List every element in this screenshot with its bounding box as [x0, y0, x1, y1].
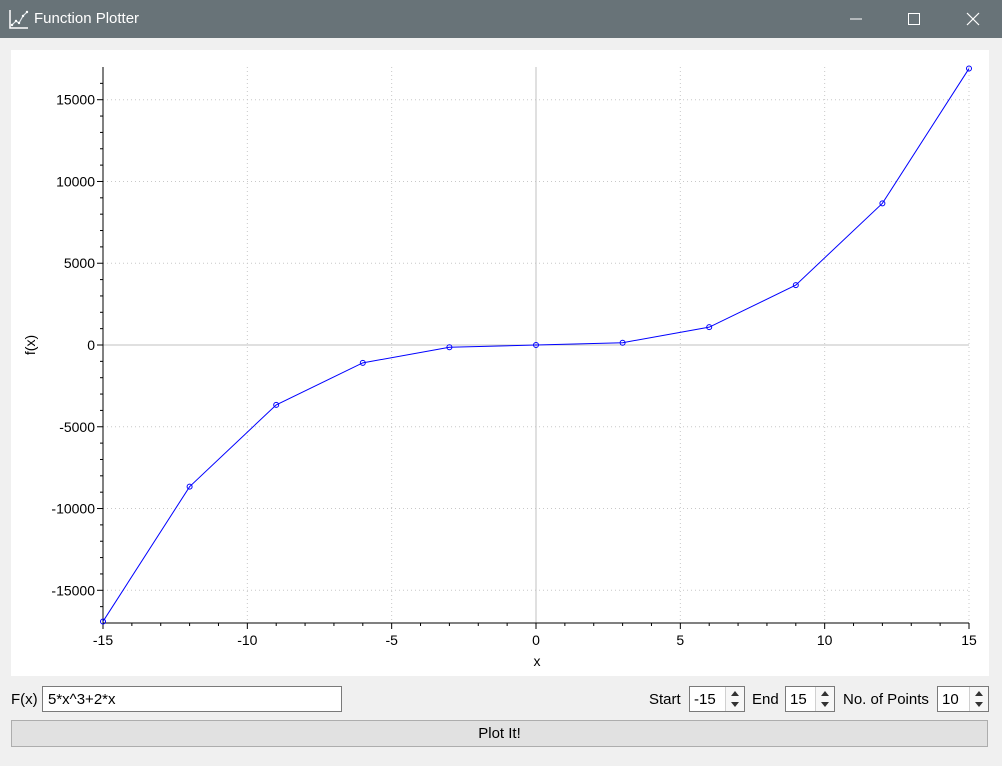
minimize-button[interactable] — [827, 0, 885, 38]
end-increment-button[interactable] — [816, 687, 834, 699]
start-increment-button[interactable] — [726, 687, 744, 699]
caret-down-icon — [975, 702, 983, 707]
start-label: Start — [649, 691, 681, 708]
y-tick-label: -15000 — [51, 582, 95, 598]
function-chart: -15 -10 -5 0 5 10 15 -15000 -10000 -5000 0 5000 1000… — [22, 65, 977, 669]
x-tick-label: 15 — [961, 632, 977, 648]
plot-area: -15 -10 -5 0 5 10 15 -15000 -10000 -5000 0 5000 1000… — [11, 50, 989, 676]
caret-down-icon — [821, 702, 829, 707]
maximize-icon — [908, 13, 920, 25]
y-tick-label: 0 — [87, 337, 95, 353]
chart-icon — [9, 10, 29, 29]
x-tick-label: 0 — [532, 632, 540, 648]
x-tick-label: -10 — [237, 632, 257, 648]
end-decrement-button[interactable] — [816, 699, 834, 711]
y-tick-label: -10000 — [51, 501, 95, 517]
close-icon — [966, 12, 980, 26]
fx-label: F(x) — [11, 691, 38, 708]
y-axis-label: f(x) — [22, 335, 38, 355]
start-decrement-button[interactable] — [726, 699, 744, 711]
x-tick-label: 5 — [676, 632, 684, 648]
window-title: Function Plotter — [34, 10, 140, 27]
points-spinbox[interactable] — [937, 686, 989, 712]
end-label: End — [752, 691, 779, 708]
x-tick-label: 10 — [817, 632, 833, 648]
function-input[interactable] — [42, 686, 342, 712]
title-bar: Function Plotter — [0, 0, 1002, 38]
tick-labels: -15 -10 -5 0 5 10 15 -15000 -10000 -5000 0 5000 1000… — [51, 92, 977, 648]
caret-up-icon — [731, 691, 739, 696]
plot-button[interactable]: Plot It! — [11, 720, 988, 747]
points-increment-button[interactable] — [970, 687, 988, 699]
points-decrement-button[interactable] — [970, 699, 988, 711]
axes — [97, 67, 970, 629]
x-tick-label: -15 — [93, 632, 113, 648]
start-spinbox[interactable] — [689, 686, 745, 712]
close-button[interactable] — [944, 0, 1002, 38]
x-tick-label: -5 — [385, 632, 398, 648]
caret-up-icon — [821, 691, 829, 696]
y-tick-label: -5000 — [59, 419, 95, 435]
caret-up-icon — [975, 691, 983, 696]
y-tick-label: 5000 — [64, 255, 95, 271]
maximize-button[interactable] — [885, 0, 943, 38]
y-tick-label: 15000 — [56, 92, 95, 108]
x-axis-label: x — [534, 653, 541, 669]
minimize-icon — [850, 18, 862, 20]
end-spinbox[interactable] — [785, 686, 835, 712]
caret-down-icon — [731, 702, 739, 707]
start-input[interactable] — [690, 687, 730, 711]
y-tick-label: 10000 — [56, 173, 95, 189]
points-label: No. of Points — [843, 691, 929, 708]
data-point — [966, 65, 972, 72]
